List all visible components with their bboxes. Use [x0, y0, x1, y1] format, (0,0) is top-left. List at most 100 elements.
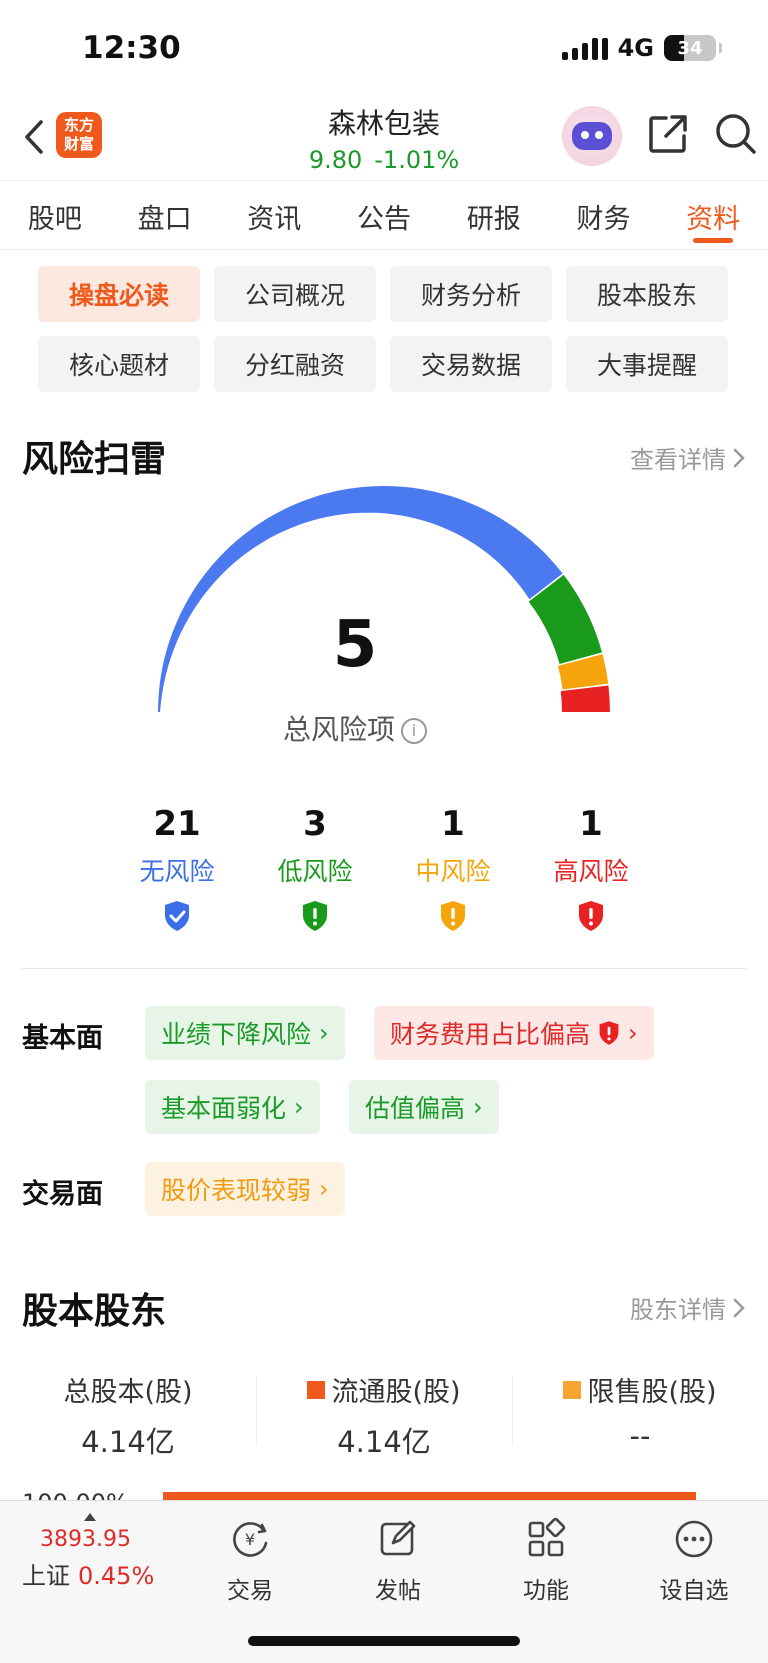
legend-square — [307, 1380, 326, 1399]
risk-tag-weak-price[interactable]: 股价表现较弱 › — [145, 1162, 345, 1216]
tab-finance[interactable]: 财务 — [549, 181, 659, 249]
info-icon[interactable]: i — [401, 718, 427, 744]
risk-label: 高风险 — [553, 857, 629, 886]
subnav-core-themes[interactable]: 核心题材 — [38, 336, 200, 392]
chevron-right-icon: › — [294, 1093, 304, 1121]
shareholder-details-label: 股东详情 — [630, 1296, 726, 1324]
chevron-right-icon: › — [319, 1019, 329, 1047]
nav-post[interactable]: 发帖 — [353, 1517, 443, 1605]
shield-alert-icon — [303, 901, 327, 931]
cap-head: 总股本(股) — [0, 1370, 256, 1409]
search-button[interactable] — [712, 110, 760, 158]
shield-alert-icon — [441, 901, 465, 931]
total-risk-count: 5 — [332, 608, 378, 682]
total-risk-label-text: 总风险项 — [282, 713, 395, 746]
main-tabs: 股吧 盘口 资讯 公告 研报 财务 资料 — [0, 180, 768, 250]
risk-tag-fundamentals-weak[interactable]: 基本面弱化 › — [145, 1080, 320, 1134]
risk-section-title: 风险扫雷 — [22, 439, 167, 480]
risk-count: 3 — [303, 804, 327, 844]
nav-label: 功能 — [523, 1578, 569, 1604]
nav-trade[interactable]: ¥ 交易 — [205, 1517, 295, 1605]
signal-icon — [561, 36, 608, 60]
nav-label: 发帖 — [375, 1578, 421, 1604]
battery-level: 34 — [677, 37, 703, 59]
risk-details-label: 查看详情 — [630, 446, 726, 474]
section-divider — [22, 968, 746, 969]
subnav-financial-analysis[interactable]: 财务分析 — [390, 266, 552, 322]
caret-up-icon — [84, 1513, 96, 1521]
chevron-right-icon: › — [473, 1093, 483, 1121]
risk-label: 无风险 — [139, 857, 215, 886]
network-type: 4G — [617, 34, 654, 62]
float-ratio-label: 100.00% — [22, 1490, 129, 1500]
cap-label: 总股本(股) — [63, 1377, 193, 1408]
risk-level-medium[interactable]: 1 中风险 — [383, 804, 523, 936]
subnav-must-read[interactable]: 操盘必读 — [38, 266, 200, 322]
tab-announcements[interactable]: 公告 — [329, 181, 439, 249]
total-shares: 总股本(股) 4.14亿 — [0, 1370, 256, 1459]
nav-add-watchlist[interactable]: 设自选 — [649, 1517, 739, 1605]
index-name-row: 上证 0.45% — [22, 1556, 172, 1591]
tag-label: 股价表现较弱 — [161, 1176, 312, 1205]
chevron-right-icon — [733, 448, 745, 467]
nav-label: 交易 — [227, 1578, 273, 1604]
tab-news[interactable]: 资讯 — [219, 181, 329, 249]
float-shares: 流通股(股) 4.14亿 — [256, 1370, 512, 1459]
search-icon — [716, 114, 756, 154]
subnav-trading-data[interactable]: 交易数据 — [390, 336, 552, 392]
status-bar: 12:30 4G 34 — [0, 0, 768, 100]
stock-header: 东方 财富 森林包装 9.80 -1.01% — [0, 100, 768, 180]
risk-count: 1 — [441, 804, 465, 844]
restricted-shares: 限售股(股) -- — [512, 1370, 768, 1453]
share-capital-summary: 总股本(股) 4.14亿 流通股(股) 4.14亿 限售股(股) -- — [0, 1370, 768, 1459]
legend-square — [563, 1380, 582, 1399]
robot-icon — [572, 122, 612, 150]
tab-research[interactable]: 研报 — [439, 181, 549, 249]
edit-icon — [380, 1520, 416, 1556]
assistant-robot-button[interactable] — [562, 106, 622, 166]
cap-label: 流通股(股) — [331, 1377, 461, 1408]
subnav-events[interactable]: 大事提醒 — [566, 336, 728, 392]
share-button[interactable] — [644, 110, 692, 158]
share-icon — [649, 115, 687, 153]
nav-label: 设自选 — [659, 1578, 729, 1604]
risk-level-low[interactable]: 3 低风险 — [245, 804, 385, 936]
fundamentals-label: 基本面 — [22, 1023, 103, 1054]
subnav-company-overview[interactable]: 公司概况 — [214, 266, 376, 322]
risk-tag-finance-cost-high[interactable]: 财务费用占比偏高 › — [374, 1006, 654, 1060]
risk-level-none[interactable]: 21 无风险 — [107, 804, 247, 936]
risk-count: 21 — [153, 804, 201, 844]
tab-profile[interactable]: 资料 — [658, 181, 768, 249]
cap-value: 4.14亿 — [81, 1425, 175, 1459]
risk-count: 1 — [579, 804, 603, 844]
tag-label: 基本面弱化 — [161, 1094, 287, 1123]
more-icon — [675, 1520, 713, 1558]
trade-icon: ¥ — [233, 1522, 268, 1557]
risk-level-high[interactable]: 1 高风险 — [521, 804, 661, 936]
shareholders-section-title: 股本股东 — [22, 1291, 167, 1332]
trading-label: 交易面 — [22, 1179, 103, 1210]
home-indicator[interactable] — [248, 1636, 520, 1646]
cap-value: 4.14亿 — [337, 1425, 431, 1459]
tab-pankou[interactable]: 盘口 — [110, 181, 220, 249]
subnav-dividends[interactable]: 分红融资 — [214, 336, 376, 392]
risk-tag-valuation-high[interactable]: 估值偏高 › — [349, 1080, 499, 1134]
index-ticker[interactable]: 3893.95 上证 0.45% — [22, 1513, 172, 1591]
stock-change: -1.01% — [374, 146, 460, 174]
risk-tag-earnings-decline[interactable]: 业绩下降风险 › — [145, 1006, 345, 1060]
chevron-right-icon: › — [628, 1019, 638, 1047]
cap-label: 限售股(股) — [587, 1377, 717, 1408]
shield-alert-icon — [579, 901, 603, 931]
profile-subnav: 操盘必读 公司概况 财务分析 股本股东 核心题材 分红融资 交易数据 大事提醒 — [38, 266, 734, 392]
status-icons: 4G 34 — [561, 34, 722, 62]
status-time: 12:30 — [82, 30, 181, 66]
tag-label: 财务费用占比偏高 — [390, 1020, 591, 1049]
nav-functions[interactable]: 功能 — [501, 1517, 591, 1605]
shareholder-details-link[interactable]: 股东详情 — [630, 1290, 746, 1325]
battery-icon: 34 — [664, 35, 722, 61]
tab-guba[interactable]: 股吧 — [0, 181, 110, 249]
subnav-share-capital[interactable]: 股本股东 — [566, 266, 728, 322]
risk-details-link[interactable]: 查看详情 — [630, 440, 746, 475]
risk-label: 低风险 — [277, 857, 353, 886]
cap-head: 流通股(股) — [256, 1370, 512, 1409]
